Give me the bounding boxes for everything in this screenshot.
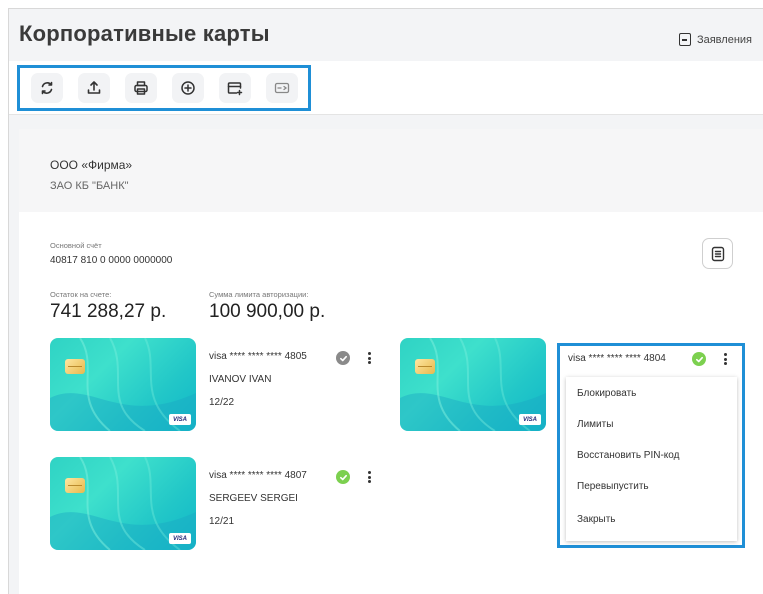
document-list-icon (711, 246, 724, 261)
document-icon (678, 33, 691, 46)
visa-logo: VISA (519, 414, 541, 425)
print-button[interactable] (125, 73, 157, 103)
card-holder: SERGEEV SERGEI (209, 493, 298, 504)
card-holder: IVANOV IVAN (209, 374, 272, 385)
menu-item-limits[interactable]: Лимиты (577, 419, 613, 430)
applications-label: Заявления (696, 33, 752, 46)
card-status-active-icon (692, 352, 706, 366)
card-image[interactable]: VISA (50, 338, 196, 431)
refresh-icon (41, 81, 53, 95)
organization-block: ООО «Фирма» ЗАО КБ "БАНК" (19, 129, 763, 212)
card-menu-button[interactable] (364, 469, 374, 485)
card-info: visa **** **** **** 4807 SERGEEV SERGEI … (209, 470, 379, 527)
card-chip (415, 359, 435, 374)
card-button[interactable] (266, 73, 298, 103)
organization-name: ООО «Фирма» (50, 158, 133, 172)
card-context-menu-highlight: visa **** **** **** 4804 Блокировать Лим… (557, 343, 745, 548)
card-status-inactive-icon (336, 351, 350, 365)
card-icon (274, 82, 290, 94)
card-chip (65, 478, 85, 493)
toolbar (17, 65, 311, 111)
add-button[interactable] (172, 73, 204, 103)
card-image[interactable]: VISA (50, 457, 196, 550)
card-actions-dropdown: Блокировать Лимиты Восстановить PIN-код … (566, 377, 737, 541)
limit-value: 100 900,00 р. (209, 301, 326, 322)
visa-logo: VISA (169, 414, 191, 425)
applications-link[interactable]: Заявления (678, 33, 752, 46)
card-image[interactable]: VISA (400, 338, 546, 431)
account-label: Основной счёт (50, 241, 102, 250)
card-add-icon (227, 82, 243, 96)
card-number: visa **** **** **** 4805 (209, 351, 307, 362)
statement-button[interactable] (702, 238, 733, 269)
card-status-active-icon (336, 470, 350, 484)
toolbar-area (9, 61, 763, 115)
add-card-button[interactable] (219, 73, 251, 103)
page-title: Корпоративные карты (19, 21, 270, 46)
corporate-cards-page: Корпоративные карты Заявления ООО «Фирма… (8, 8, 763, 594)
menu-item-block[interactable]: Блокировать (577, 388, 636, 399)
card-menu-button[interactable] (364, 350, 374, 366)
balance-value: 741 288,27 р. (50, 301, 167, 322)
menu-item-reissue[interactable]: Перевыпустить (577, 481, 649, 492)
card-chip (65, 359, 85, 374)
upload-icon (87, 81, 101, 94)
card-number: visa **** **** **** 4804 (568, 353, 666, 364)
card-expiry: 12/21 (209, 516, 235, 527)
bank-name: ЗАО КБ "БАНК" (50, 180, 129, 192)
add-circle-icon (181, 81, 195, 95)
limit-label: Сумма лимита авторизации: (209, 290, 309, 299)
visa-logo: VISA (169, 533, 191, 544)
card-number: visa **** **** **** 4807 (209, 470, 307, 481)
card-expiry: 12/22 (209, 397, 235, 408)
card-menu-button[interactable] (720, 351, 730, 367)
print-icon (134, 81, 148, 95)
menu-item-restore-pin[interactable]: Восстановить PIN-код (577, 450, 679, 461)
refresh-button[interactable] (31, 73, 63, 103)
page-header: Корпоративные карты Заявления (9, 9, 763, 61)
balance-label: Остаток на счете: (50, 290, 112, 299)
account-number: 40817 810 0 0000 0000000 (50, 255, 173, 266)
upload-button[interactable] (78, 73, 110, 103)
menu-item-close[interactable]: Закрыть (577, 514, 616, 525)
card-info: visa **** **** **** 4805 IVANOV IVAN 12/… (209, 351, 379, 408)
